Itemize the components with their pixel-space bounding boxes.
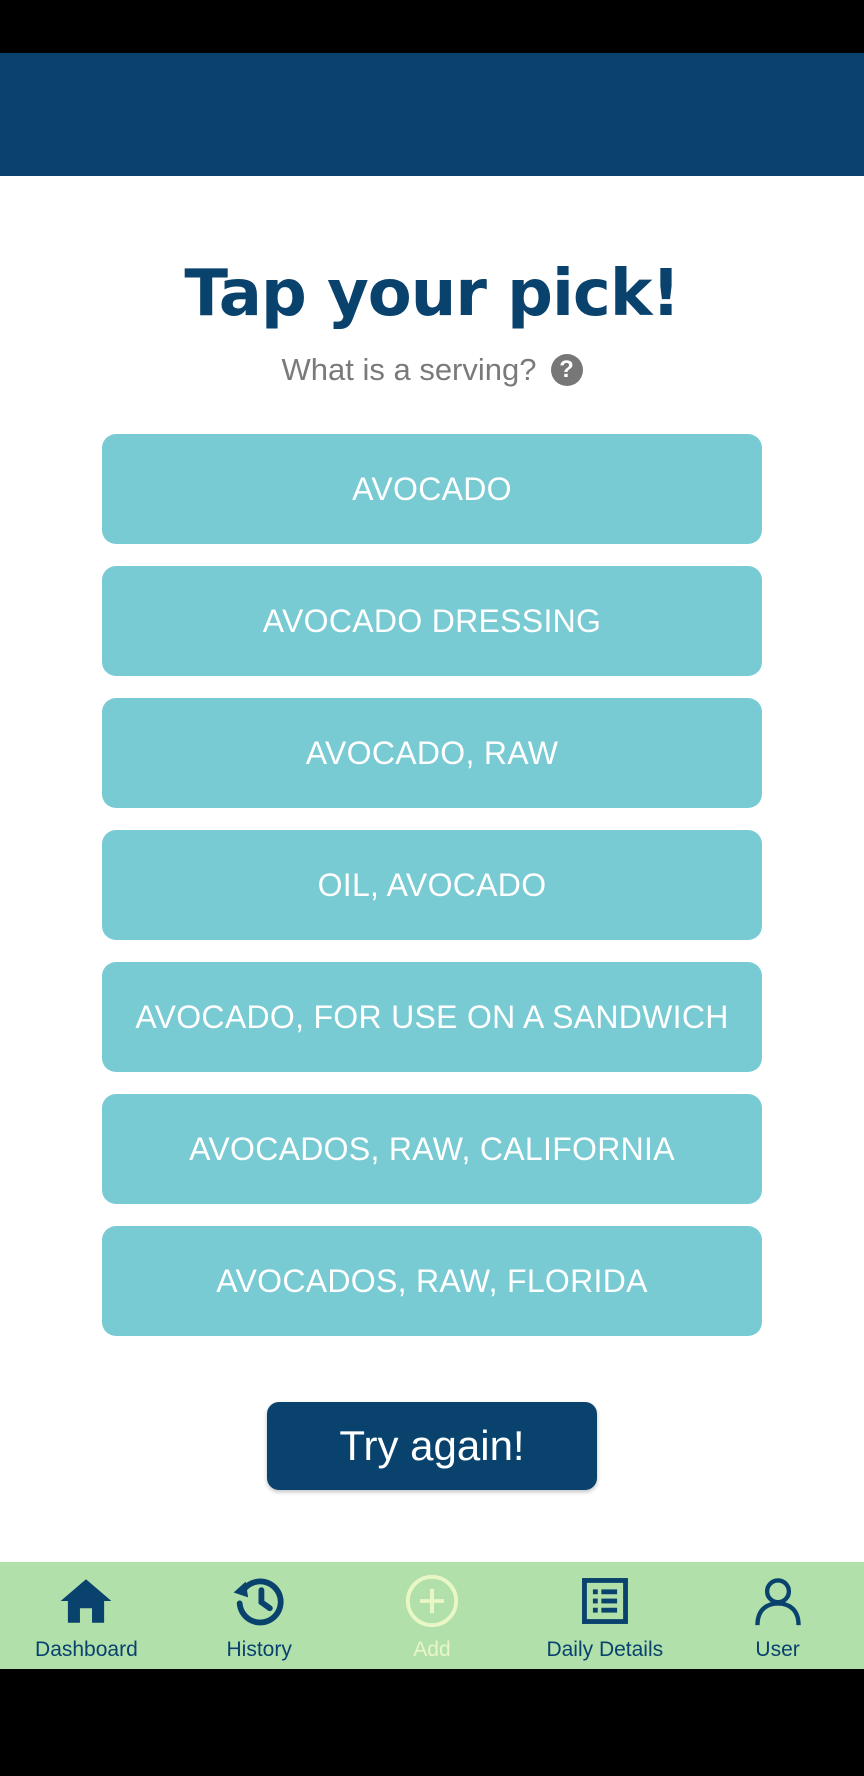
add-circle-icon	[405, 1574, 459, 1628]
nav-label: Add	[413, 1638, 451, 1661]
nav-label: User	[755, 1638, 800, 1661]
nav-add[interactable]: Add	[346, 1562, 519, 1669]
question-icon[interactable]: ?	[550, 354, 583, 386]
nav-user[interactable]: User	[691, 1562, 864, 1669]
food-option[interactable]: AVOCADO DRESSING	[102, 566, 762, 676]
nav-label: History	[226, 1638, 292, 1661]
bottom-nav: Dashboard History Add Daily Details User	[0, 1562, 864, 1669]
food-option[interactable]: AVOCADO	[102, 434, 762, 544]
food-option[interactable]: AVOCADOS, RAW, CALIFORNIA	[102, 1094, 762, 1204]
nav-history[interactable]: History	[173, 1562, 346, 1669]
user-icon	[754, 1578, 801, 1626]
try-again-button[interactable]: Try again!	[267, 1402, 597, 1490]
food-option[interactable]: AVOCADO, FOR USE ON A SANDWICH	[102, 962, 762, 1072]
food-option[interactable]: OIL, AVOCADO	[102, 830, 762, 940]
serving-help-row[interactable]: What is a serving? ?	[0, 352, 864, 388]
nav-dashboard[interactable]: Dashboard	[0, 1562, 173, 1669]
food-option[interactable]: AVOCADOS, RAW, FLORIDA	[102, 1226, 762, 1336]
status-bar	[0, 0, 864, 53]
list-icon	[581, 1578, 628, 1624]
app-header	[0, 53, 864, 176]
home-icon	[61, 1579, 112, 1623]
page-title: Tap your pick!	[184, 257, 680, 331]
system-nav-bar	[0, 1669, 864, 1776]
history-icon	[233, 1578, 284, 1626]
food-option[interactable]: AVOCADO, RAW	[102, 698, 762, 808]
serving-question[interactable]: What is a serving?	[282, 352, 537, 388]
nav-label: Daily Details	[546, 1638, 664, 1661]
pick-screen: Tap your pick! What is a serving? ? AVOC…	[0, 176, 864, 1562]
nav-daily-details[interactable]: Daily Details	[518, 1562, 691, 1669]
nav-label: Dashboard	[35, 1638, 138, 1661]
food-options-list: AVOCADO AVOCADO DRESSING AVOCADO, RAW OI…	[102, 434, 762, 1358]
